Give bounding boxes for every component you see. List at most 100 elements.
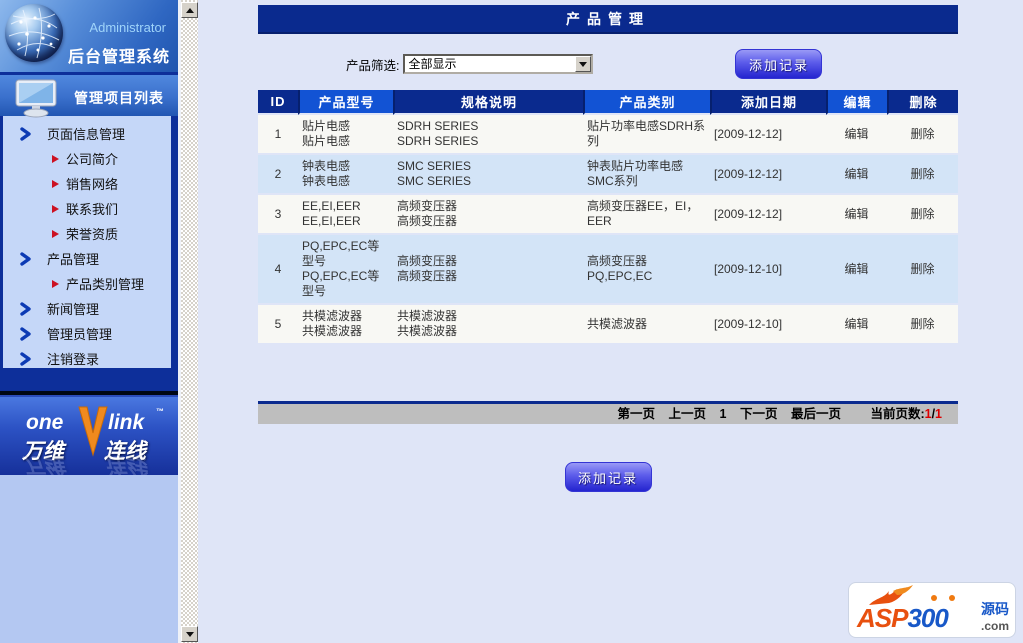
sidebar-item-label: 荣誉资质 xyxy=(66,227,119,242)
add-record-button-bottom[interactable]: 添加记录 xyxy=(564,462,652,492)
cell-model: 钟表电感 钟表电感 xyxy=(298,155,393,195)
sidebar-item-label: 管理员管理 xyxy=(47,327,113,342)
logo-dot xyxy=(931,595,937,601)
delete-link[interactable]: 删除 xyxy=(910,127,934,141)
cell-date: [2009-12-10] xyxy=(710,305,826,345)
last-page-link[interactable]: 最后一页 xyxy=(791,407,841,421)
table-row: 2 钟表电感 钟表电感 SMC SERIES SMC SERIES 钟表贴片功率… xyxy=(258,155,958,195)
scroll-up-button[interactable] xyxy=(181,2,198,18)
sidebar-item-product-mgmt[interactable]: 产品管理 xyxy=(3,246,171,271)
col-header-category: 产品类别 xyxy=(583,90,710,115)
table-header-row: ID 产品型号 规格说明 产品类别 添加日期 编辑 删除 xyxy=(258,90,958,115)
cell-spec: 共模滤波器 共模滤波器 xyxy=(393,305,583,345)
edit-link[interactable]: 编辑 xyxy=(844,262,868,276)
sidebar-item-label: 产品类别管理 xyxy=(66,277,145,292)
sidebar-item-label: 页面信息管理 xyxy=(47,127,126,142)
scroll-down-button[interactable] xyxy=(181,626,198,642)
cell-id: 2 xyxy=(258,155,298,195)
triangle-right-icon xyxy=(52,204,59,213)
delete-link[interactable]: 删除 xyxy=(910,167,934,181)
menu-footer-bar xyxy=(0,368,178,391)
col-header-date: 添加日期 xyxy=(710,90,826,115)
delete-link[interactable]: 删除 xyxy=(910,317,934,331)
cell-date: [2009-12-12] xyxy=(710,155,826,195)
select-value: 全部显示 xyxy=(408,57,457,71)
cell-id: 5 xyxy=(258,305,298,345)
sidebar-item-sales-network[interactable]: 销售网络 xyxy=(3,171,171,196)
edit-link[interactable]: 编辑 xyxy=(844,167,868,181)
filter-row: 产品筛选: 全部显示 添加记录 xyxy=(258,48,958,80)
table-row: 1 贴片电感 贴片电感 SDRH SERIES SDRH SERIES 贴片功率… xyxy=(258,115,958,155)
chevron-right-icon xyxy=(20,301,32,316)
sidebar-header: Administrator 后台管理系统 xyxy=(0,0,178,72)
first-page-link[interactable]: 第一页 xyxy=(618,407,656,421)
filter-label: 产品筛选: xyxy=(346,58,400,73)
sidebar-item-product-category-mgmt[interactable]: 产品类别管理 xyxy=(3,271,171,296)
chevron-right-icon xyxy=(20,326,32,341)
cell-date: [2009-12-10] xyxy=(710,235,826,305)
yuanma-text: 源码 xyxy=(981,601,1009,617)
sidebar-item-page-info[interactable]: 页面信息管理 xyxy=(3,121,171,146)
cell-spec: 高频变压器 高频变压器 xyxy=(393,235,583,305)
delete-link[interactable]: 删除 xyxy=(910,262,934,276)
cell-model: 贴片电感 贴片电感 xyxy=(298,115,393,155)
logo-dot xyxy=(949,595,955,601)
sidebar: Administrator 后台管理系统 管理项目列表 页面信息管理 公司简介 … xyxy=(0,0,178,643)
delete-link[interactable]: 删除 xyxy=(910,207,934,221)
cell-category: 共模滤波器 xyxy=(583,305,710,345)
add-record-button[interactable]: 添加记录 xyxy=(735,49,823,79)
onelink-logo-cn: 连线 xyxy=(104,440,146,463)
col-header-id: ID xyxy=(258,90,298,115)
vertical-scrollbar[interactable] xyxy=(181,0,198,643)
triangle-up-icon xyxy=(185,7,194,13)
page-number-link[interactable]: 1 xyxy=(720,407,727,421)
triangle-right-icon xyxy=(52,179,59,188)
sidebar-item-contact-us[interactable]: 联系我们 xyxy=(3,196,171,221)
next-page-link[interactable]: 下一页 xyxy=(740,407,778,421)
triangle-right-icon xyxy=(52,279,59,288)
cell-model: EE,EI,EER EE,EI,EER xyxy=(298,195,393,235)
onelink-logo: one link ™ 万维 连线 万维 连线 xyxy=(0,395,178,475)
dropdown-arrow-icon[interactable] xyxy=(575,56,592,72)
sidebar-item-label: 联系我们 xyxy=(66,202,119,217)
sidebar-menu: 页面信息管理 公司简介 销售网络 联系我们 荣誉资质 产品管理 产品类别管理 新… xyxy=(0,116,178,368)
cell-category: 钟表贴片功率电感SMC系列 xyxy=(583,155,710,195)
cell-date: [2009-12-12] xyxy=(710,195,826,235)
product-filter-select[interactable]: 全部显示 xyxy=(403,54,594,74)
sidebar-item-honors[interactable]: 荣誉资质 xyxy=(3,221,171,246)
edit-link[interactable]: 编辑 xyxy=(844,127,868,141)
pagination-bar: 第一页 上一页 1 下一页 最后一页 当前页数:1/1 xyxy=(258,401,958,424)
sidebar-item-news-mgmt[interactable]: 新闻管理 xyxy=(3,296,171,321)
products-table: ID 产品型号 规格说明 产品类别 添加日期 编辑 删除 1 贴片电感 贴片电感… xyxy=(258,90,958,345)
col-header-edit: 编辑 xyxy=(826,90,887,115)
monitor-icon xyxy=(12,78,64,123)
table-row: 4 PQ,EPC,EC等型号 PQ,EPC,EC等型号 高频变压器 高频变压器 … xyxy=(258,235,958,305)
admin-label: Administrator xyxy=(89,20,166,35)
menu-title: 管理项目列表 xyxy=(74,90,164,106)
prev-page-link[interactable]: 上一页 xyxy=(669,407,707,421)
page-title: 产品管理 xyxy=(258,5,958,34)
triangle-down-icon xyxy=(185,631,194,637)
cell-category: 高频变压器EE，EI，EER xyxy=(583,195,710,235)
sidebar-item-admin-mgmt[interactable]: 管理员管理 xyxy=(3,321,171,346)
edit-link[interactable]: 编辑 xyxy=(844,317,868,331)
cell-id: 3 xyxy=(258,195,298,235)
trademark-mark: ™ xyxy=(156,407,164,416)
triangle-right-icon xyxy=(52,154,59,163)
current-page-label: 当前页数: xyxy=(870,407,925,421)
col-header-spec: 规格说明 xyxy=(393,90,583,115)
edit-link[interactable]: 编辑 xyxy=(844,207,868,221)
cell-model: 共模滤波器 共模滤波器 xyxy=(298,305,393,345)
onelink-logo-cn: 万维 xyxy=(22,440,64,463)
sidebar-item-company-intro[interactable]: 公司简介 xyxy=(3,146,171,171)
asp-text: ASP xyxy=(857,603,908,633)
cell-id: 1 xyxy=(258,115,298,155)
sidebar-item-label: 注销登录 xyxy=(47,352,100,367)
cell-spec: 高频变压器 高频变压器 xyxy=(393,195,583,235)
cell-id: 4 xyxy=(258,235,298,305)
sidebar-item-label: 新闻管理 xyxy=(47,302,100,317)
onelink-logo-one: one xyxy=(26,411,64,434)
chevron-right-icon xyxy=(20,251,32,266)
cell-category: 高频变压器PQ,EPC,EC xyxy=(583,235,710,305)
cell-date: [2009-12-12] xyxy=(710,115,826,155)
